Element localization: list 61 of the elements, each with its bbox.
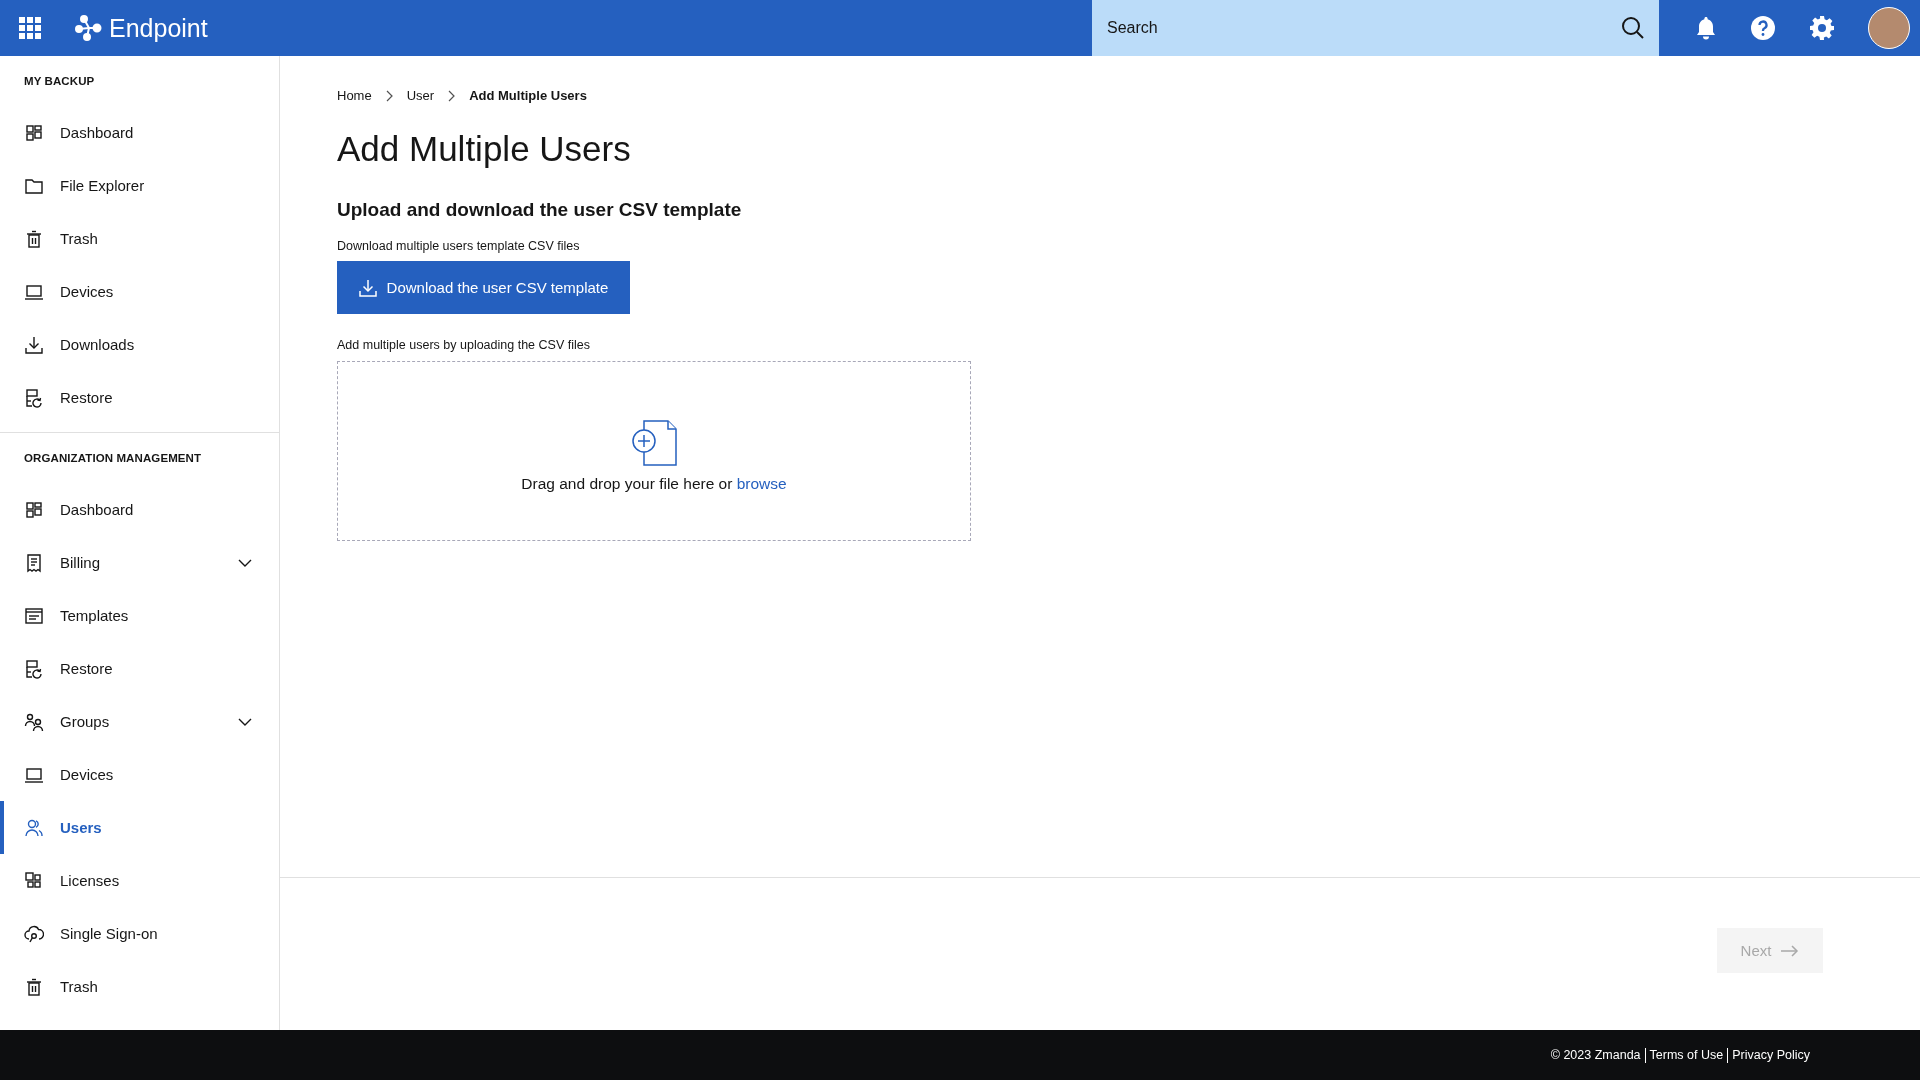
- download-icon: [24, 334, 44, 355]
- download-icon: [358, 278, 377, 297]
- sidebar-item[interactable]: Devices: [0, 265, 279, 318]
- cloud-key-icon: [24, 923, 44, 944]
- receipt-icon: [24, 552, 44, 573]
- sidebar-item[interactable]: Dashboard: [0, 483, 279, 536]
- dashboard-grid-icon: [24, 122, 44, 143]
- sidebar-item[interactable]: Templates: [0, 589, 279, 642]
- sidebar-item[interactable]: Billing: [0, 536, 279, 589]
- app-grid-icon[interactable]: [19, 17, 41, 39]
- footer-link[interactable]: Terms of Use: [1649, 1048, 1724, 1062]
- sidebar-item[interactable]: Restore: [0, 371, 279, 424]
- download-label: Download multiple users template CSV files: [337, 239, 581, 253]
- upload-label: Add multiple users by uploading the CSV files: [337, 338, 591, 352]
- help-icon[interactable]: [1750, 15, 1776, 41]
- template-icon: [24, 605, 44, 626]
- chevron-right-icon: [385, 89, 393, 102]
- chevron-icon[interactable]: [238, 558, 252, 567]
- licenses-icon: [24, 870, 44, 891]
- users-icon: [24, 817, 44, 838]
- section-title: Upload and download the user CSV template: [337, 199, 743, 221]
- breadcrumb-current: Add Multiple Users: [469, 88, 587, 103]
- brand-name: Endpoint: [109, 13, 208, 43]
- search-field[interactable]: Search: [1092, 0, 1659, 56]
- sidebar-item[interactable]: File Explorer: [0, 159, 279, 212]
- section-heading: ORGANIZATION MANAGEMENT: [23, 451, 203, 466]
- settings-icon[interactable]: [1809, 15, 1835, 41]
- restore-icon: [24, 387, 44, 408]
- copyright-text: © 2023 Zmanda: [1550, 1048, 1641, 1062]
- dashboard-grid-icon: [24, 499, 44, 520]
- trash-icon: [24, 228, 44, 249]
- page-title: Add Multiple Users: [337, 129, 632, 169]
- sidebar-item[interactable]: Trash: [0, 960, 279, 1013]
- sidebar-item[interactable]: Restore: [0, 642, 279, 695]
- sidebar-item[interactable]: Groups: [0, 695, 279, 748]
- sidebar-item[interactable]: Users: [0, 801, 279, 854]
- groups-icon: [24, 711, 44, 732]
- add-file-icon: [630, 417, 678, 467]
- file-drop-zone[interactable]: Drag and drop your file here or browse: [337, 361, 971, 541]
- chevron-icon[interactable]: [238, 717, 252, 726]
- download-button[interactable]: Download the user CSV template: [337, 261, 630, 314]
- section-heading: MY BACKUP: [23, 74, 96, 89]
- restore-icon: [24, 658, 44, 679]
- sidebar-item[interactable]: Dashboard: [0, 106, 279, 159]
- sidebar-item[interactable]: Trash: [0, 212, 279, 265]
- sidebar-item[interactable]: Single Sign-on: [0, 907, 279, 960]
- sidebar-item[interactable]: Downloads: [0, 318, 279, 371]
- breadcrumb-link[interactable]: Home: [337, 88, 372, 103]
- breadcrumb-link[interactable]: User: [406, 88, 435, 103]
- logo-icon: [75, 15, 103, 41]
- footer-link[interactable]: Privacy Policy: [1732, 1048, 1810, 1062]
- drop-instruction: Drag and drop your file here or browse: [521, 475, 787, 493]
- bell-icon[interactable]: [1695, 16, 1717, 40]
- browse-link[interactable]: browse: [736, 475, 787, 492]
- chevron-right-icon: [448, 89, 456, 102]
- search-icon[interactable]: [1621, 16, 1645, 40]
- trash-icon: [24, 976, 44, 997]
- arrow-right-icon: [1781, 944, 1800, 957]
- avatar[interactable]: [1868, 7, 1910, 49]
- sidebar-item[interactable]: Devices: [0, 748, 279, 801]
- sidebar-item[interactable]: Licenses: [0, 854, 279, 907]
